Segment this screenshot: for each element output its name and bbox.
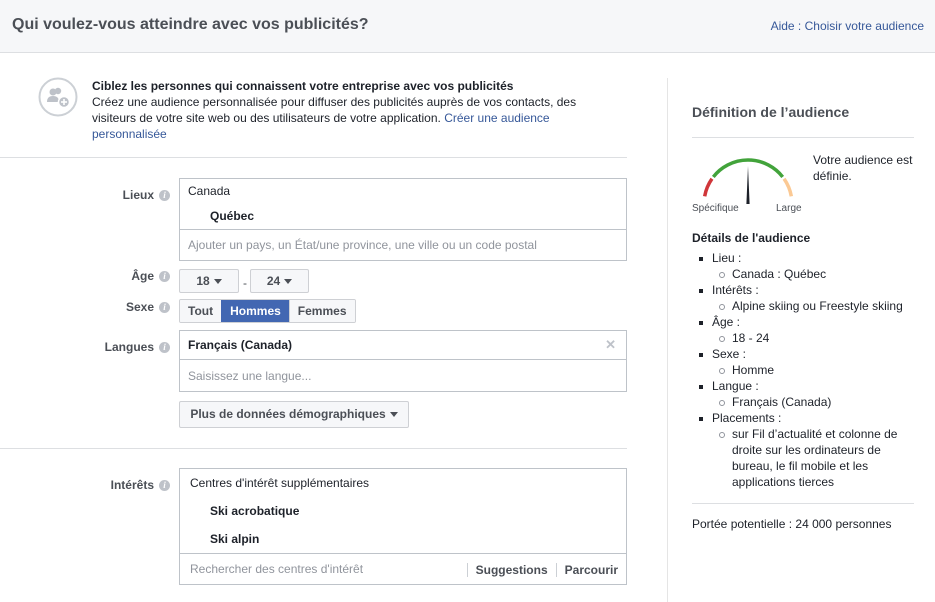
gauge-arc-specific — [705, 179, 712, 197]
detail-gender: Sexe : Homme — [699, 346, 914, 378]
info-icon[interactable]: i — [159, 302, 170, 313]
close-icon[interactable]: ✕ — [605, 331, 616, 359]
info-icon[interactable]: i — [159, 271, 170, 282]
detail-value: Français (Canada) — [719, 394, 914, 410]
detail-age: Âge : 18 - 24 — [699, 314, 914, 346]
custom-audience-add-icon — [38, 77, 78, 117]
age-min-select[interactable]: 18 — [179, 269, 239, 293]
interests-box: Centres d'intérêt supplémentaires Ski ac… — [179, 468, 627, 585]
languages-label: Langues i — [105, 340, 170, 354]
audience-details-title: Détails de l'audience — [692, 231, 810, 245]
gauge-needle — [746, 166, 749, 204]
sidebar-divider — [692, 137, 914, 138]
suggestions-button[interactable]: Suggestions — [467, 563, 556, 577]
detail-location: Lieu : Canada : Québec — [699, 250, 914, 282]
detail-language: Langue : Français (Canada) — [699, 378, 914, 410]
interests-search-row: Rechercher des centres d'intérêt Suggest… — [180, 553, 626, 584]
gauge-arc-broad — [784, 179, 791, 197]
gauge-label-specific: Spécifique — [692, 203, 739, 214]
info-icon[interactable]: i — [159, 342, 170, 353]
location-search-input[interactable]: Ajouter un pays, un État/une province, u… — [180, 229, 626, 260]
detail-value: Alpine skiing ou Freestyle skiing — [719, 298, 914, 314]
locations-box: Canada Québec Ajouter un pays, un État/u… — [179, 178, 627, 261]
gender-label: Sexe i — [126, 300, 170, 314]
potential-reach: Portée potentielle : 24 000 personnes — [692, 517, 891, 531]
page-header: Qui voulez-vous atteindre avec vos publi… — [0, 0, 935, 53]
section-divider — [0, 448, 627, 449]
age-separator: - — [243, 276, 247, 290]
language-search-input[interactable]: Saisissez une langue... — [180, 359, 626, 391]
languages-box: Français (Canada) ✕ Saisissez une langue… — [179, 330, 627, 392]
audience-form: Ciblez les personnes qui connaissent vot… — [0, 54, 640, 602]
chevron-down-icon — [390, 412, 398, 417]
language-token: Français (Canada) ✕ — [180, 331, 626, 359]
chevron-down-icon — [214, 279, 222, 284]
detail-placements: Placements : sur Fil d’actualité et colo… — [699, 410, 914, 490]
info-icon[interactable]: i — [159, 480, 170, 491]
interest-item[interactable]: Ski acrobatique — [180, 497, 626, 525]
interests-label: Intérêts i — [111, 478, 170, 492]
location-country: Canada — [180, 179, 626, 204]
gender-option-all[interactable]: Tout — [180, 300, 221, 322]
gender-option-women[interactable]: Femmes — [289, 300, 355, 322]
custom-audience-section: Ciblez les personnes qui connaissent vot… — [0, 54, 627, 158]
help-link[interactable]: Aide : Choisir votre audience — [771, 19, 924, 33]
custom-audience-title: Ciblez les personnes qui connaissent vot… — [92, 78, 592, 94]
location-region[interactable]: Québec — [180, 204, 626, 229]
custom-audience-text: Ciblez les personnes qui connaissent vot… — [92, 78, 592, 142]
interests-actions: Suggestions Parcourir — [467, 554, 626, 585]
age-max-select[interactable]: 24 — [250, 269, 309, 293]
detail-value: 18 - 24 — [719, 330, 914, 346]
interests-group-title: Centres d'intérêt supplémentaires — [180, 469, 626, 497]
detail-value: Homme — [719, 362, 914, 378]
gauge-label-broad: Large — [776, 203, 802, 214]
more-demographics-button[interactable]: Plus de données démographiques — [179, 401, 409, 428]
chevron-down-icon — [284, 279, 292, 284]
detail-value: sur Fil d’actualité et colonne de droite… — [719, 426, 914, 490]
detail-interests: Intérêts : Alpine skiing ou Freestyle sk… — [699, 282, 914, 314]
audience-definition-title: Définition de l’audience — [692, 104, 849, 120]
gender-selector: Tout Hommes Femmes — [179, 299, 356, 323]
age-label: Âge i — [131, 269, 170, 283]
detail-value: Canada : Québec — [719, 266, 914, 282]
page-title: Qui voulez-vous atteindre avec vos publi… — [12, 16, 369, 34]
interests-search-input[interactable]: Rechercher des centres d'intérêt — [190, 562, 363, 576]
locations-label: Lieux i — [123, 188, 170, 202]
info-icon[interactable]: i — [159, 190, 170, 201]
interest-item[interactable]: Ski alpin — [180, 525, 626, 553]
column-divider — [667, 78, 668, 602]
browse-button[interactable]: Parcourir — [556, 563, 626, 577]
sidebar-divider — [692, 503, 914, 504]
gender-option-men[interactable]: Hommes — [221, 300, 289, 322]
audience-status: Votre audience est définie. — [813, 152, 913, 184]
audience-details: Lieu : Canada : Québec Intérêts : Alpine… — [692, 250, 914, 490]
